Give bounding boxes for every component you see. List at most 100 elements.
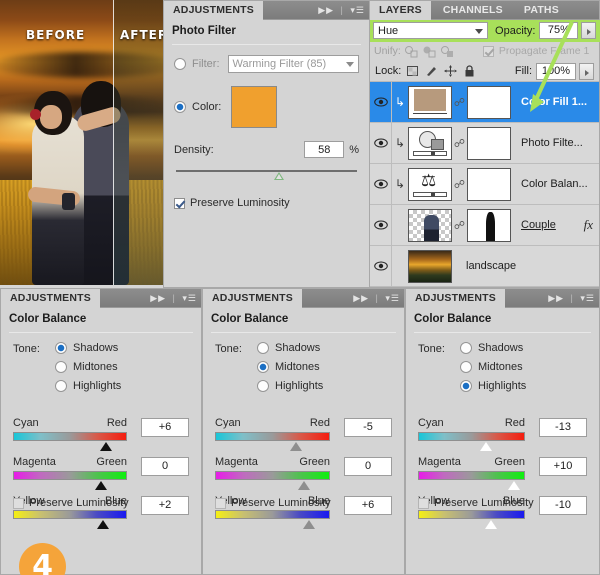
layer-name[interactable]: Couple [521, 219, 556, 231]
slider-track[interactable] [13, 510, 127, 519]
propagate-frame-checkbox[interactable] [483, 46, 494, 57]
tone-option-highlights[interactable]: Highlights [55, 380, 121, 392]
collapse-icon[interactable]: ▶▶ [353, 293, 369, 303]
filter-radio[interactable] [174, 58, 186, 70]
tone-option-shadows[interactable]: Shadows [257, 342, 323, 354]
unify-style-icon[interactable] [440, 45, 455, 58]
table-row[interactable]: landscape [370, 246, 599, 287]
tone-radio-shadows[interactable] [55, 342, 67, 354]
panel-menu-icon[interactable]: ▾☰ [350, 5, 365, 15]
slider-thumb[interactable] [485, 520, 497, 529]
propagate-frame-row[interactable]: Propagate Frame 1 [483, 45, 589, 57]
opacity-stepper[interactable] [581, 22, 596, 39]
slider-value[interactable]: +2 [141, 496, 189, 515]
table-row[interactable]: ↳ ☍ Photo Filte... [370, 123, 599, 164]
layer-name[interactable]: Color Balan... [521, 178, 588, 190]
preserve-luminosity-checkbox[interactable] [215, 498, 226, 509]
mask-link-icon[interactable]: ☍ [452, 219, 467, 232]
slider-value[interactable]: 0 [344, 457, 392, 476]
tab-adjustments[interactable]: ADJUSTMENTS [203, 289, 302, 308]
tone-option-shadows[interactable]: Shadows [55, 342, 121, 354]
layer-thumbnail[interactable] [408, 127, 452, 160]
tab-layers[interactable]: LAYERS [370, 1, 431, 20]
slider-thumb[interactable] [290, 442, 302, 451]
table-row[interactable]: ↳ ☍ Color Fill 1... [370, 82, 599, 123]
tone-option-midtones[interactable]: Midtones [257, 361, 323, 373]
unify-visibility-icon[interactable] [422, 45, 437, 58]
layer-effects-icon[interactable]: fx [584, 217, 593, 233]
slider-track[interactable] [13, 432, 127, 441]
lock-position-icon[interactable] [443, 64, 458, 78]
collapse-icon[interactable]: ▶▶ [318, 5, 334, 15]
preserve-luminosity-row[interactable]: Preserve Luminosity [174, 197, 359, 209]
tab-adjustments[interactable]: ADJUSTMENTS [164, 1, 263, 20]
lock-image-icon[interactable] [424, 64, 439, 78]
tone-option-shadows[interactable]: Shadows [460, 342, 526, 354]
slider-track[interactable] [13, 471, 127, 480]
layer-mask-thumbnail[interactable] [467, 86, 511, 119]
mask-link-icon[interactable]: ☍ [452, 96, 467, 109]
tone-radio-shadows[interactable] [460, 342, 472, 354]
fill-stepper[interactable] [579, 63, 594, 80]
tone-option-highlights[interactable]: Highlights [257, 380, 323, 392]
lock-transparency-icon[interactable] [405, 64, 420, 78]
tone-radio-midtones[interactable] [460, 361, 472, 373]
slider-thumb[interactable] [97, 520, 109, 529]
slider-thumb[interactable] [508, 481, 520, 490]
unify-position-icon[interactable] [404, 45, 419, 58]
layer-name[interactable]: Photo Filte... [521, 137, 583, 149]
layer-thumbnail[interactable]: ⚖ [408, 168, 452, 201]
density-input[interactable]: 58 [304, 141, 344, 158]
collapse-icon[interactable]: ▶▶ [150, 293, 166, 303]
tone-radio-highlights[interactable] [460, 380, 472, 392]
table-row[interactable]: ☍ Couple fx [370, 205, 599, 246]
slider-track[interactable] [418, 510, 525, 519]
slider-track[interactable] [215, 471, 330, 480]
color-swatch[interactable] [231, 86, 277, 128]
panel-menu-icon[interactable]: ▾☰ [385, 293, 400, 303]
tone-option-midtones[interactable]: Midtones [55, 361, 121, 373]
tone-radio-shadows[interactable] [257, 342, 269, 354]
preserve-luminosity-row[interactable]: Preserve Luminosity [13, 497, 129, 509]
panel-menu-icon[interactable]: ▾☰ [580, 293, 595, 303]
filter-select[interactable]: Warming Filter (85) [228, 55, 360, 73]
layer-name[interactable]: Color Fill 1... [521, 96, 587, 108]
tab-adjustments[interactable]: ADJUSTMENTS [1, 289, 100, 308]
preserve-luminosity-row[interactable]: Preserve Luminosity [418, 497, 534, 509]
layer-visibility-toggle[interactable] [370, 164, 392, 205]
panel-menu-icon[interactable]: ▾☰ [182, 293, 197, 303]
tab-adjustments[interactable]: ADJUSTMENTS [406, 289, 505, 308]
blend-mode-select[interactable]: Hue [373, 22, 488, 39]
tone-radio-highlights[interactable] [257, 380, 269, 392]
tone-option-highlights[interactable]: Highlights [460, 380, 526, 392]
preserve-luminosity-checkbox[interactable] [418, 498, 429, 509]
layer-mask-thumbnail[interactable] [467, 127, 511, 160]
slider-value[interactable]: +6 [344, 496, 392, 515]
layer-thumbnail[interactable] [408, 209, 452, 242]
slider-thumb[interactable] [100, 442, 112, 451]
density-slider[interactable] [176, 169, 357, 181]
slider-thumb[interactable] [303, 520, 315, 529]
lock-all-icon[interactable] [462, 64, 477, 78]
tone-option-midtones[interactable]: Midtones [460, 361, 526, 373]
layer-mask-thumbnail[interactable] [467, 168, 511, 201]
slider-thumb[interactable] [298, 481, 310, 490]
slider-value[interactable]: -13 [539, 418, 587, 437]
layer-visibility-toggle[interactable] [370, 205, 392, 246]
tab-paths[interactable]: PATHS [515, 1, 568, 20]
fill-input[interactable]: 100% [536, 63, 576, 80]
slider-value[interactable]: -10 [539, 496, 587, 515]
tone-radio-midtones[interactable] [257, 361, 269, 373]
layer-visibility-toggle[interactable] [370, 246, 392, 287]
preserve-luminosity-checkbox[interactable] [174, 198, 185, 209]
mask-link-icon[interactable]: ☍ [452, 178, 467, 191]
color-radio[interactable] [174, 101, 186, 113]
layer-visibility-toggle[interactable] [370, 123, 392, 164]
tone-radio-highlights[interactable] [55, 380, 67, 392]
slider-track[interactable] [418, 432, 525, 441]
slider-track[interactable] [215, 510, 330, 519]
slider-value[interactable]: -5 [344, 418, 392, 437]
mask-link-icon[interactable]: ☍ [452, 137, 467, 150]
layer-visibility-toggle[interactable] [370, 82, 392, 123]
slider-value[interactable]: +6 [141, 418, 189, 437]
